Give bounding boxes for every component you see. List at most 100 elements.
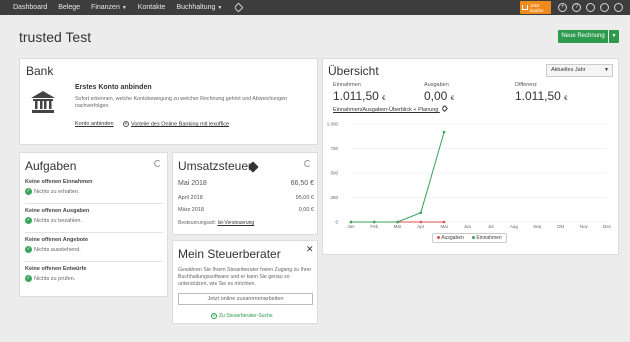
vat-amount: 95,00 € xyxy=(295,195,314,201)
divider xyxy=(25,261,163,262)
refresh-icon[interactable] xyxy=(154,160,161,167)
y-tick-label: 500 xyxy=(330,171,338,176)
task-heading: Keine offenen Ausgaben xyxy=(25,208,90,214)
x-tick-label: Mai xyxy=(440,224,447,229)
nav-dashboard[interactable]: Dashboard xyxy=(13,4,47,11)
advisor-search-label: Zu Steuerberater-Suche xyxy=(219,313,273,319)
task-status: Nichts ausstehend. xyxy=(34,246,81,253)
nav-belege[interactable]: Belege xyxy=(58,4,80,11)
data-point[interactable] xyxy=(419,211,423,214)
cart-icon xyxy=(522,5,528,10)
y-tick-label: 1.000 xyxy=(327,122,339,127)
y-tick-label: 750 xyxy=(330,146,338,151)
chart-legend: Ausgaben Einnahmen xyxy=(432,233,507,243)
task-status-row: ✓ Nichts ausstehend. xyxy=(25,246,163,253)
vat-card: Umsatzsteuer Mai 2018 66,50 € April 2018… xyxy=(172,152,318,235)
nav-buchhaltung[interactable]: Buchhaltung ▼ xyxy=(176,4,222,11)
legend-item-income[interactable]: Einnahmen xyxy=(472,235,502,241)
refresh-icon[interactable] xyxy=(304,160,311,167)
divider xyxy=(25,203,163,204)
buy-now-label: Jetzt kaufen xyxy=(530,2,544,13)
task-heading: Keine offenen Angebote xyxy=(25,237,89,243)
task-item: Keine offenen Entwürfe ✓ Nichts zu prüfen… xyxy=(25,266,163,282)
legend-dot-icon xyxy=(472,236,476,240)
x-tick-label: Jul xyxy=(488,224,494,229)
task-status: Nichts zu erhalten. xyxy=(34,188,80,195)
vat-amount: 66,50 € xyxy=(290,180,314,187)
taxation-type-label: Besteuerungsart: xyxy=(178,220,217,226)
add-icon[interactable]: + xyxy=(558,3,567,12)
close-icon[interactable]: ✕ xyxy=(306,244,314,255)
collaborate-button[interactable]: Jetzt online zusammenarbeiten xyxy=(178,293,313,305)
legend-item-expenses[interactable]: Ausgaben xyxy=(437,235,464,241)
data-point[interactable] xyxy=(396,220,399,224)
settings-icon[interactable] xyxy=(600,3,609,12)
plus-circle-icon: + xyxy=(123,121,129,127)
plus-circle-icon: + xyxy=(211,313,217,319)
vat-row[interactable]: Mai 2018 66,50 € xyxy=(178,180,314,187)
task-item: Keine offenen Angebote ✓ Nichts ausstehen… xyxy=(25,237,163,253)
task-heading: Keine offenen Entwürfe xyxy=(25,266,87,272)
overview-card: Übersicht Aktuelles Jahr ▼ Einnahmen 1.0… xyxy=(322,58,619,255)
search-icon[interactable] xyxy=(586,3,595,12)
series-line-1 xyxy=(351,132,445,223)
chevron-down-icon: ▼ xyxy=(121,5,127,11)
data-point[interactable] xyxy=(442,220,446,224)
x-tick-label: Aug xyxy=(510,224,519,229)
advisor-title: Mein Steuerberater xyxy=(178,247,281,261)
nav-finanzen[interactable]: Finanzen ▼ xyxy=(91,4,127,11)
y-tick-label: 250 xyxy=(330,195,338,200)
x-tick-label: Jun xyxy=(464,224,472,229)
nav-buchhaltung-label: Buchhaltung xyxy=(176,4,216,11)
main-nav: Dashboard Belege Finanzen ▼ Kontakte Buch… xyxy=(13,0,253,15)
legend-label: Einnahmen xyxy=(476,235,502,241)
chevron-down-icon[interactable]: ▼ xyxy=(609,30,619,43)
tax-advisor-card: Mein Steuerberater ✕ Gewähren Sie Ihrem … xyxy=(172,240,318,324)
tasks-card: Aufgaben Keine offenen Einnahmen ✓ Nichts… xyxy=(19,152,168,297)
vat-row[interactable]: April 2018 95,00 € xyxy=(178,195,314,201)
data-point[interactable] xyxy=(419,220,423,224)
checkmark-icon: ✓ xyxy=(25,246,32,253)
bank-card: Bank Erstes Konto anbinden Sofort erkenn… xyxy=(19,58,318,145)
tasks-title: Aufgaben xyxy=(25,159,77,173)
help-icon[interactable]: ? xyxy=(572,3,581,12)
vat-month: April 2018 xyxy=(178,195,203,201)
x-tick-label: Apr xyxy=(417,224,425,229)
advisor-description: Gewähren Sie Ihrem Steuerberater freien … xyxy=(178,267,312,287)
bank-building-icon xyxy=(31,91,55,113)
tag-icon[interactable] xyxy=(233,2,244,13)
legend-dot-icon xyxy=(437,236,441,240)
x-tick-label: Jan xyxy=(347,224,355,229)
bank-heading: Erstes Konto anbinden xyxy=(75,84,152,91)
checkmark-icon: ✓ xyxy=(25,188,32,195)
new-invoice-button[interactable]: Neue Rechnung xyxy=(558,30,608,43)
online-banking-advantages-link[interactable]: + Vorteile des Online Banking mit lexoffi… xyxy=(123,121,229,127)
nav-kontakte[interactable]: Kontakte xyxy=(138,4,166,11)
income-expenses-chart: 0 250 500 750 1.000 Jan Feb Mär Apr Mai Jun Jul Aug S… xyxy=(327,122,612,230)
x-tick-label: Mär xyxy=(394,224,402,229)
task-item: Keine offenen Einnahmen ✓ Nichts zu erhal… xyxy=(25,179,163,195)
chevron-down-icon: ▼ xyxy=(217,4,223,11)
buy-now-button[interactable]: Jetzt kaufen xyxy=(520,1,551,14)
task-status-row: ✓ Nichts zu erhalten. xyxy=(25,188,163,195)
x-tick-label: Okt xyxy=(557,224,565,229)
data-point[interactable] xyxy=(349,220,353,224)
task-status: Nichts zu prüfen. xyxy=(34,275,76,282)
user-icon[interactable] xyxy=(614,3,623,12)
task-status-row: ✓ Nichts zu bezahlen. xyxy=(25,217,163,224)
vat-row[interactable]: März 2018 0,00 € xyxy=(178,207,314,213)
vat-month: Mai 2018 xyxy=(178,180,207,187)
vat-month: März 2018 xyxy=(178,207,204,213)
data-point[interactable] xyxy=(372,220,376,224)
page-title: trusted Test xyxy=(19,29,92,45)
y-tick-label: 0 xyxy=(335,220,338,225)
taxation-type-link[interactable]: Ist-Versteuerung xyxy=(217,220,254,226)
x-tick-label: Dez xyxy=(603,224,612,229)
connect-account-link[interactable]: Konto anbinden xyxy=(75,121,114,127)
advantages-label: Vorteile des Online Banking mit lexoffic… xyxy=(131,121,230,128)
legend-label: Ausgaben xyxy=(441,235,464,241)
top-navigation-bar: Dashboard Belege Finanzen ▼ Kontakte Buch… xyxy=(0,0,630,15)
data-point[interactable] xyxy=(442,130,446,134)
x-tick-label: Nov xyxy=(580,224,589,229)
advisor-search-link[interactable]: + Zu Steuerberater-Suche xyxy=(211,313,273,319)
